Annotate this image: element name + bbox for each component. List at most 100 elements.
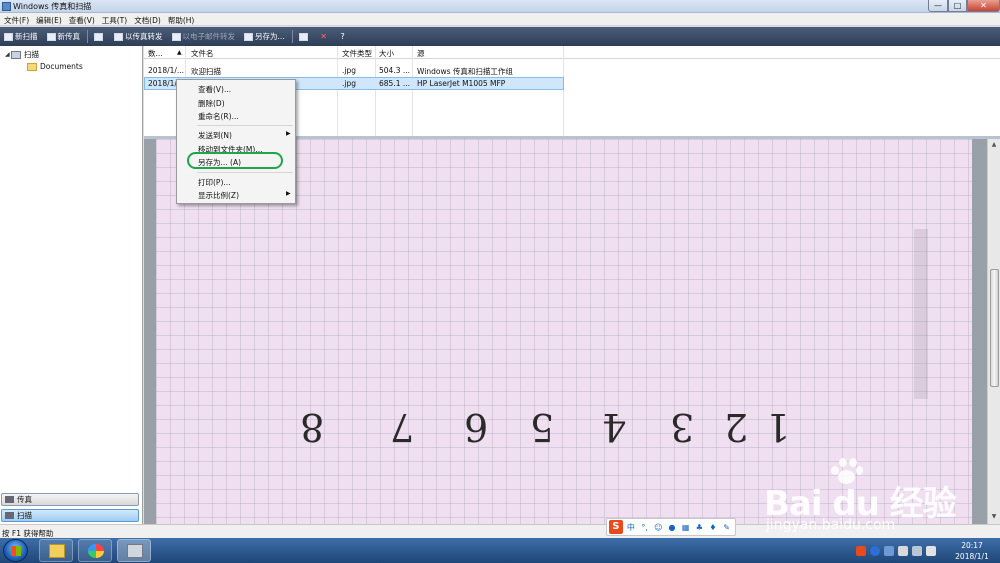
cell-filetype: .jpg [342, 79, 356, 88]
new-fax-button[interactable]: 新传真 [45, 29, 83, 44]
ctx-print[interactable]: 打印(P)... [198, 177, 231, 188]
fax-icon [5, 496, 14, 503]
help-button[interactable]: ? [336, 29, 350, 44]
clock-date: 2018/1/1 [955, 552, 989, 561]
ctx-delete[interactable]: 删除(D) [198, 98, 225, 109]
scanner-folder-icon [11, 50, 21, 59]
microphone-icon[interactable]: ● [667, 522, 678, 533]
help-icon: ? [340, 31, 345, 41]
forward-email-label: 以电子邮件转发 [182, 32, 236, 41]
scroll-up-icon[interactable]: ▲ [988, 139, 1000, 151]
tree-item-documents[interactable]: Documents [27, 62, 83, 71]
digit: 6 [464, 405, 489, 449]
fax-icon [46, 32, 56, 41]
forward-fax-button[interactable]: 以传真转发 [112, 29, 165, 44]
annotation-highlight [187, 152, 283, 169]
save-as-button[interactable]: 另存为... [242, 29, 287, 44]
close-button[interactable]: ✕ [967, 0, 1000, 12]
watermark-url: jingyan.baidu.com [766, 517, 896, 533]
digit: 4 [602, 405, 627, 449]
ime-language-toggle[interactable]: 中 [626, 522, 637, 533]
forward-email-button[interactable]: 以电子邮件转发 [170, 29, 238, 44]
table-row[interactable]: 2018/1/... 欢迎扫描 .jpg 504.3 ... Windows 传… [144, 64, 564, 77]
sogou-logo-icon[interactable]: S [609, 520, 623, 534]
column-source[interactable]: 源 [417, 48, 425, 59]
menu-separator [197, 172, 293, 173]
fax-icon [127, 544, 143, 558]
keyboard-icon[interactable]: ▦ [680, 522, 691, 533]
fax-scan-taskbar-button[interactable] [117, 539, 151, 562]
digit: 2 [724, 405, 749, 449]
digit: 3 [670, 405, 695, 449]
flag-tray-icon[interactable] [898, 546, 908, 556]
email-icon [171, 32, 181, 41]
punctuation-icon[interactable]: °, [639, 522, 650, 533]
preview-scrollbar[interactable]: ▲ ▼ [987, 139, 1000, 524]
nav-scan-button[interactable]: 扫描 [1, 509, 139, 522]
scroll-down-icon[interactable]: ▼ [988, 511, 1000, 523]
color-wheel-icon [88, 544, 104, 558]
menu-help[interactable]: 帮助(H) [164, 13, 198, 26]
digit: 7 [390, 405, 415, 449]
nav-fax-button[interactable]: 传真 [1, 493, 139, 506]
baidu-watermark: Bai du 经验 jingyan.baidu.com [752, 458, 972, 540]
system-tray [856, 544, 940, 558]
sogou-tray-icon[interactable] [856, 546, 866, 556]
volume-tray-icon[interactable] [926, 546, 936, 556]
start-button[interactable] [3, 539, 28, 562]
nav-scan-label: 扫描 [17, 511, 32, 520]
digit: 1 [766, 405, 791, 449]
scroll-thumb[interactable] [990, 269, 999, 387]
cell-date: 2018/1/... [148, 66, 185, 75]
delete-button[interactable]: ✕ [317, 29, 331, 44]
menu-file[interactable]: 文件(F) [0, 13, 32, 26]
menu-bar: 文件(F) 编辑(E) 查看(V) 工具(T) 文档(D) 帮助(H) [0, 13, 1000, 26]
maximize-button[interactable]: □ [948, 0, 967, 12]
shirt-icon[interactable]: ♦ [708, 522, 719, 533]
printer-icon [298, 32, 308, 41]
new-scan-label: 新扫描 [15, 32, 38, 41]
ctx-view[interactable]: 查看(V)... [198, 84, 231, 95]
column-filetype[interactable]: 文件类型 [342, 48, 372, 59]
ime-toolbar[interactable]: S 中 °, ☺ ● ▦ ♣ ♦ ✎ [606, 518, 736, 536]
menu-edit[interactable]: 编辑(E) [32, 13, 65, 26]
scanner-icon [5, 512, 14, 519]
wrench-icon[interactable]: ✎ [721, 522, 732, 533]
help-tray-icon[interactable] [870, 546, 880, 556]
column-size[interactable]: 大小 [379, 48, 394, 59]
explorer-taskbar-button[interactable] [39, 539, 73, 562]
window-title: Windows 传真和扫描 [13, 2, 92, 11]
save-as-label: 另存为... [255, 32, 285, 41]
menu-view[interactable]: 查看(V) [65, 13, 98, 26]
signal-tray-icon[interactable] [912, 546, 922, 556]
network-tray-icon[interactable] [884, 546, 894, 556]
nav-fax-label: 传真 [17, 495, 32, 504]
forward-fax-label: 以传真转发 [125, 32, 163, 41]
delete-icon: ✕ [320, 31, 327, 41]
column-divider [337, 46, 338, 136]
skin-icon[interactable]: ♣ [694, 522, 705, 533]
taskbar-clock[interactable]: 20:17 2018/1/1 [947, 540, 997, 562]
emoji-icon[interactable]: ☺ [653, 522, 664, 533]
new-fax-label: 新传真 [57, 32, 81, 41]
column-filename[interactable]: 文件名 [191, 48, 214, 59]
scanner-icon [4, 32, 13, 41]
forward-fax-icon [114, 32, 123, 41]
toolbar-separator [87, 30, 88, 43]
context-menu: 查看(V)... 删除(D) 重命名(R)... 发送到(N) ▶ 移动到文件夹… [176, 79, 296, 204]
menu-document[interactable]: 文档(D) [130, 13, 164, 26]
tree-item-scan[interactable]: ◢ 扫描 [5, 49, 39, 60]
toolbar-separator [291, 30, 293, 43]
ctx-send-to[interactable]: 发送到(N) [198, 130, 232, 141]
ctx-rename[interactable]: 重命名(R)... [198, 111, 239, 122]
menu-tools[interactable]: 工具(T) [98, 13, 130, 26]
column-date[interactable]: 数... [148, 48, 163, 59]
print-button[interactable] [297, 29, 312, 44]
media-taskbar-button[interactable] [78, 539, 112, 562]
toolbar: 新扫描 新传真 以传真转发 以电子邮件转发 另存为... ✕ ? [0, 27, 1000, 46]
ctx-zoom[interactable]: 显示比例(Z) [198, 190, 239, 201]
folder-icon [27, 62, 37, 71]
window-layout-button[interactable] [92, 29, 107, 44]
new-scan-button[interactable]: 新扫描 [2, 29, 40, 44]
minimize-button[interactable]: — [928, 0, 948, 12]
